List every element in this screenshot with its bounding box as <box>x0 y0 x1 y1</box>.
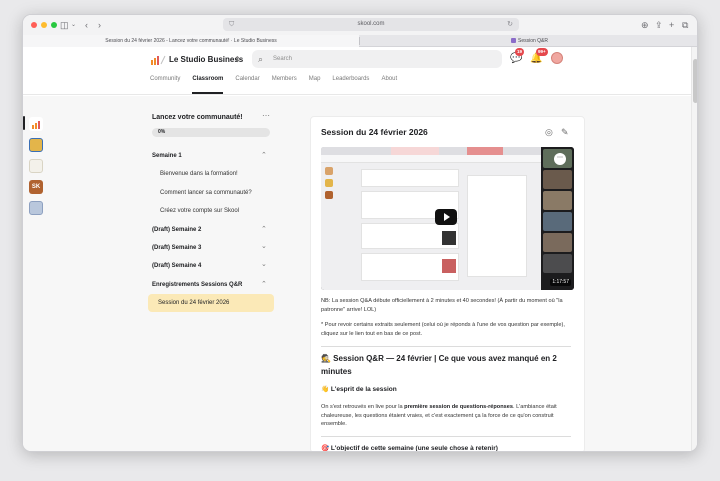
tab-session-qr[interactable]: Session Q&R <box>360 35 697 47</box>
participant-tile <box>543 170 572 189</box>
community-name[interactable]: Le Studio Business <box>169 53 243 67</box>
window-controls <box>31 22 57 28</box>
mark-complete-icon[interactable]: ◎ <box>545 127 553 138</box>
tab-session-title: Session du 24 février 2026 - Lancez votr… <box>105 38 277 44</box>
rail-selected-indicator <box>23 116 25 130</box>
rail-community-3[interactable] <box>29 159 43 173</box>
lesson-item-active[interactable]: Session du 24 février 2026 <box>148 294 274 312</box>
search-input[interactable]: ⌕ Search <box>252 50 502 68</box>
chat-badge: 19 <box>515 48 525 56</box>
lesson-item[interactable]: Comment lancer sa communauté? <box>160 189 252 197</box>
chevron-down-icon[interactable]: ⌄ <box>261 261 267 269</box>
close-window-button[interactable] <box>31 22 37 28</box>
chevron-down-icon[interactable]: ⌄ <box>71 19 76 31</box>
participant-tile <box>543 191 572 210</box>
nav-classroom[interactable]: Classroom <box>192 73 224 94</box>
nav-map[interactable]: Map <box>309 73 321 89</box>
lesson-note: NB: La session Q&A débute officiellement… <box>321 298 563 313</box>
tab-favicon-icon <box>510 38 516 44</box>
community-rail: SK <box>23 96 45 451</box>
lesson-title: Session du 24 février 2026 <box>321 127 428 137</box>
section-semaine-3[interactable]: (Draft) Semaine 3 <box>152 244 201 252</box>
active-lesson-label: Session du 24 février 2026 <box>158 300 230 306</box>
nav-leaderboards[interactable]: Leaderboards <box>332 73 369 89</box>
address-bar[interactable]: ⛉ skool.com ↻ <box>223 18 519 31</box>
lesson-extracts-note: * Pour revoir certains extraits seulemen… <box>321 322 565 337</box>
rail-community-sk[interactable]: SK <box>29 180 43 194</box>
edit-icon[interactable]: ✎ <box>561 127 569 138</box>
reload-icon[interactable]: ↻ <box>507 18 513 31</box>
course-navigation: Lancez votre communauté! ⋯ 0% Semaine 1 … <box>148 111 284 451</box>
section-semaine-4[interactable]: (Draft) Semaine 4 <box>152 262 201 270</box>
video-player[interactable]: ⋯ 1:17:57 <box>321 147 574 290</box>
section-recordings[interactable]: Enregistrements Sessions Q&R <box>152 281 242 289</box>
shield-icon: ⛉ <box>229 21 235 28</box>
share-icon[interactable]: ⇪ <box>655 19 663 31</box>
notification-badge: 99+ <box>536 48 548 56</box>
course-title: Lancez votre communauté! <box>152 114 243 121</box>
rail-community-2[interactable] <box>29 138 43 152</box>
new-tab-icon[interactable]: + <box>669 19 674 31</box>
video-more-icon[interactable]: ⋯ <box>554 153 566 165</box>
chevron-down-icon[interactable]: ⌄ <box>261 243 267 251</box>
site-header: Le Studio Business ⇕ ⌕ Search 💬 19 🔔 99+… <box>23 47 697 95</box>
back-icon[interactable]: ‹ <box>85 19 88 31</box>
section-semaine-1[interactable]: Semaine 1 <box>152 152 182 160</box>
lesson-content: Session du 24 février 2026 ◎ ✎ ⋯ 1:17:57… <box>310 116 585 452</box>
participant-tile <box>543 254 572 273</box>
lesson-item[interactable]: Créez votre compte sur Skool <box>160 207 239 215</box>
tab-session-qr-title: Session Q&R <box>517 38 548 44</box>
chevron-up-icon[interactable]: ⌃ <box>261 226 267 234</box>
spirit-paragraph: On s'est retrouvés en live pour la premi… <box>321 403 576 429</box>
tab-session[interactable]: Session du 24 février 2026 - Lancez votr… <box>23 35 359 47</box>
video-duration: 1:17:57 <box>550 279 571 286</box>
spirit-heading: 👋 L'esprit de la session <box>321 386 397 393</box>
main-nav: Community Classroom Calendar Members Map… <box>150 73 409 94</box>
nav-about[interactable]: About <box>381 73 397 89</box>
video-screen-share <box>321 147 541 290</box>
minimize-window-button[interactable] <box>41 22 47 28</box>
course-progress-bar: 0% <box>152 128 270 137</box>
browser-window: ◫ ⌄ ‹ › ⛉ skool.com ↻ ⊕ ⇪ + ⧉ Session du… <box>22 14 698 452</box>
course-progress-label: 0% <box>158 129 166 135</box>
video-participants <box>541 147 574 290</box>
lesson-item[interactable]: Bienvenue dans la formation! <box>160 170 238 178</box>
nav-community[interactable]: Community <box>150 73 180 89</box>
session-heading: 🕵️ Session Q&R — 24 février | Ce que vou… <box>321 354 557 376</box>
divider <box>321 346 571 347</box>
nav-members[interactable]: Members <box>272 73 297 89</box>
tab-overview-icon[interactable]: ⧉ <box>682 19 688 31</box>
participant-tile <box>543 212 572 231</box>
search-placeholder: Search <box>273 56 293 62</box>
forward-icon[interactable]: › <box>98 19 101 31</box>
browser-toolbar: ◫ ⌄ ‹ › ⛉ skool.com ↻ ⊕ ⇪ + ⧉ <box>23 15 697 35</box>
spirit-text-start: On s'est retrouvés en live pour la <box>321 404 405 410</box>
rail-community-studio[interactable] <box>29 117 43 131</box>
community-switcher-icon[interactable]: ⇕ <box>234 53 241 67</box>
more-options-icon[interactable]: ⋯ <box>262 111 270 120</box>
participant-tile <box>543 233 572 252</box>
chevron-up-icon[interactable]: ⌃ <box>261 152 267 160</box>
section-semaine-2[interactable]: (Draft) Semaine 2 <box>152 226 201 234</box>
divider <box>321 436 571 437</box>
zoom-window-button[interactable] <box>51 22 57 28</box>
chevron-up-icon[interactable]: ⌃ <box>261 281 267 289</box>
studio-logo-icon[interactable] <box>150 55 166 65</box>
download-icon[interactable]: ⊕ <box>641 19 649 31</box>
search-icon: ⌕ <box>258 54 264 64</box>
nav-calendar[interactable]: Calendar <box>235 73 259 89</box>
sidebar-toggle-icon[interactable]: ◫ <box>60 19 69 31</box>
user-avatar[interactable] <box>551 52 563 64</box>
play-icon[interactable] <box>435 209 457 225</box>
tab-bar: Session du 24 février 2026 - Lancez votr… <box>23 35 697 47</box>
scroll-thumb[interactable] <box>693 59 697 103</box>
url-text: skool.com <box>357 21 385 27</box>
rail-community-5[interactable] <box>29 201 43 215</box>
page-scrollbar[interactable] <box>691 47 697 451</box>
spirit-text-bold: première session de questions-réponses <box>404 404 513 410</box>
goal-heading: 🎯 L'objectif de cette semaine (une seule… <box>321 445 498 452</box>
studio-logo-icon <box>32 121 40 129</box>
